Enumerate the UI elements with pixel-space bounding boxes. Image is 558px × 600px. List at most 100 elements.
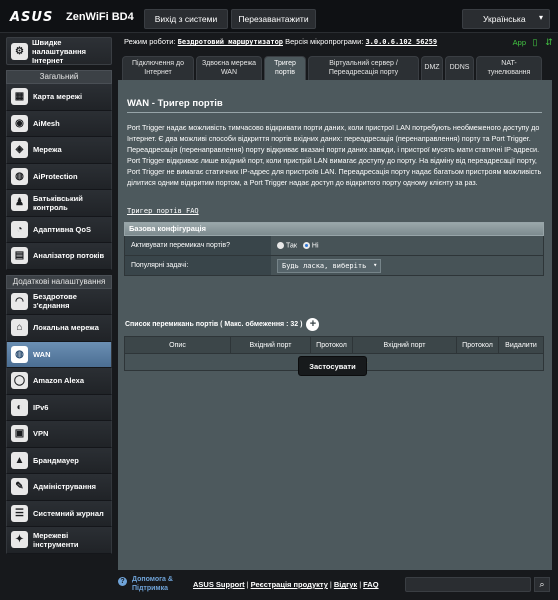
sidebar-item-qos[interactable]: ◔ Адаптивна QoS — [6, 216, 112, 243]
trigger-list-title: Список перемикань портів ( Макс. обмежен… — [125, 321, 303, 328]
footer-separator: | — [329, 580, 332, 589]
sidebar-item-label: Amazon Alexa — [33, 376, 84, 386]
app-label[interactable]: App — [513, 38, 526, 47]
popular-select-value: Будь ласка, виберіть — [282, 261, 367, 270]
system-log-icon: ☰ — [11, 504, 28, 522]
sidebar-item-label: AiMesh — [33, 118, 60, 128]
network-map-icon: ▦ — [11, 88, 28, 106]
help-icon[interactable]: ? — [118, 577, 127, 586]
column-header: Протокол — [311, 337, 353, 353]
status-icons: App ▯ ⇵ — [513, 37, 554, 47]
language-value: Українська — [483, 14, 526, 24]
sidebar-item-system-log[interactable]: ☰ Системний журнал — [6, 500, 112, 527]
tab-6[interactable]: DDNS — [445, 56, 474, 80]
advanced-section-header: Додаткові налаштування — [6, 274, 112, 289]
sidebar-item-alexa[interactable]: ◯ Amazon Alexa — [6, 368, 112, 395]
sidebar-item-label: VPN — [33, 429, 49, 439]
aimesh-icon: ◉ — [11, 114, 28, 132]
alexa-icon: ◯ — [11, 372, 28, 390]
logout-button[interactable]: Вихід з системи — [144, 9, 228, 29]
help-support-link[interactable]: Допомога & Підтримка — [132, 575, 187, 593]
column-header: Видалити — [505, 341, 537, 349]
sidebar-item-administration[interactable]: ✎ Адміністрування — [6, 474, 112, 501]
footer-search-input[interactable] — [405, 577, 531, 592]
phone-icon[interactable]: ▯ — [530, 37, 540, 47]
sidebar-item-wifi[interactable]: ◠ Бездротове з'єднання — [6, 288, 112, 315]
footer-link[interactable]: Реєстрація продукту — [251, 580, 328, 589]
tab-4[interactable]: Віртуальний сервер / Переадресація порту — [308, 56, 419, 80]
sidebar-item-globe[interactable]: ◍ WAN — [6, 341, 112, 368]
footer-links: ASUS Support | Реєстрація продукту | Відгук |… — [193, 580, 379, 589]
sidebar-item-parental-control[interactable]: ♟ Батьківський контроль — [6, 190, 112, 217]
parental-control-icon: ♟ — [11, 194, 28, 212]
sidebar-item-network-tools[interactable]: ✦ Мережеві інструменти — [6, 527, 112, 554]
sidebar-item-label: Аналізатор потоків — [33, 251, 105, 261]
add-icon[interactable]: + — [306, 318, 320, 331]
tab-2[interactable]: Здвоєна мережа WAN — [196, 56, 262, 80]
language-select[interactable]: Українська ▾ — [462, 9, 550, 29]
basic-config-table: Базова конфігурація Активувати перемикач… — [124, 222, 544, 276]
quick-setup-label: Швидке налаштування Інтернет — [32, 37, 87, 65]
sidebar-item-label: Карта мережі — [33, 92, 83, 102]
quick-setup-icon: ⚙ — [11, 42, 28, 60]
wifi-icon: ◠ — [11, 292, 28, 310]
faq-link[interactable]: Тригер портів FAQ — [127, 207, 199, 215]
firmware-prefix: Версія мікропрограми: — [283, 37, 366, 46]
enable-label: Активувати перемикач портів? — [125, 236, 271, 255]
footer: ? Допомога & Підтримка ASUS Support | Реєс… — [0, 572, 558, 600]
footer-link[interactable]: ASUS Support — [193, 580, 245, 589]
apply-button[interactable]: Застосувати — [298, 356, 367, 376]
main-panel: WAN - Тригер портів Port Trigger надає м… — [118, 80, 552, 570]
footer-link[interactable]: Відгук — [334, 580, 357, 589]
sidebar-item-ipv6[interactable]: ◐ IPv6 — [6, 394, 112, 421]
product-name: ZenWiFi BD4 — [66, 11, 134, 23]
firewall-icon: ▲ — [11, 451, 28, 469]
radio-yes-circle[interactable] — [277, 241, 284, 249]
footer-link[interactable]: FAQ — [363, 580, 378, 589]
sidebar-item-label: Системний журнал — [33, 508, 104, 518]
operation-mode-link[interactable]: Бездротовий маршрутизатор — [178, 38, 283, 46]
reboot-button[interactable]: Перезавантажити — [231, 9, 316, 29]
firmware-version-link[interactable]: 3.0.0.6.102_56259 — [365, 38, 437, 46]
search-icon[interactable]: ⌕ — [534, 577, 550, 592]
sidebar-item-traffic-analyzer[interactable]: ▤ Аналізатор потоків — [6, 243, 112, 270]
sidebar-item-firewall[interactable]: ▲ Брандмауер — [6, 447, 112, 474]
column-header: Опис — [125, 337, 231, 353]
traffic-analyzer-icon: ▤ — [11, 247, 28, 265]
ipv6-icon: ◐ — [11, 398, 28, 416]
tab-7[interactable]: NAT-тунелювання — [476, 56, 542, 80]
usb-icon[interactable]: ⇵ — [544, 37, 554, 47]
trigger-list-header: Список перемикань портів ( Макс. обмежен… — [125, 318, 320, 331]
sidebar-item-aimesh[interactable]: ◉ AiMesh — [6, 110, 112, 137]
mode-prefix: Режим роботи: — [124, 37, 178, 46]
sidebar-item-vpn[interactable]: ▣ VPN — [6, 421, 112, 448]
sidebar-item-wireless[interactable]: ◈ Мережа — [6, 137, 112, 164]
chevron-down-icon: ▾ — [538, 13, 543, 22]
sidebar-item-shield[interactable]: ◍ AiProtection — [6, 163, 112, 190]
tab-1[interactable]: Підключення до Інтернет — [122, 56, 194, 80]
sidebar-item-label: Мережеві інструменти — [33, 530, 79, 549]
tab-bar: Підключення до Інтернет Здвоєна мережа WA… — [122, 56, 552, 80]
popular-select[interactable]: Будь ласка, виберіть ▾ — [277, 258, 382, 273]
sidebar-item-label: AiProtection — [33, 171, 78, 181]
sidebar-item-label: Адаптивна QoS — [33, 224, 91, 234]
radio-no[interactable]: Ні — [302, 241, 319, 250]
column-header: Вхідний порт — [231, 337, 311, 353]
tab-5[interactable]: DMZ — [421, 56, 443, 80]
sidebar-item-network-map[interactable]: ▦ Карта мережі — [6, 84, 112, 111]
enable-options: Так Ні — [271, 236, 543, 255]
title-divider — [127, 112, 542, 113]
radio-no-circle[interactable] — [302, 241, 310, 249]
sidebar-item-label: Брандмауер — [33, 455, 79, 465]
administration-icon: ✎ — [11, 478, 28, 496]
sidebar-item-label: Мережа — [33, 145, 62, 155]
quick-setup-button[interactable]: ⚙ Швидке налаштування Інтернет — [6, 37, 112, 65]
radio-yes[interactable]: Так — [277, 241, 297, 249]
tab-3[interactable]: Тригер портів — [264, 56, 306, 80]
sidebar-item-label: Бездротове з'єднання — [33, 292, 77, 311]
sidebar-item-lan[interactable]: ⌂ Локальна мережа — [6, 315, 112, 342]
globe-icon: ◍ — [11, 345, 28, 363]
page-title: WAN - Тригер портів — [127, 98, 223, 109]
radio-no-label: Ні — [311, 242, 319, 250]
advanced-menu: ◠ Бездротове з'єднання ⌂ Локальна мережа ◍ WA… — [6, 288, 112, 554]
